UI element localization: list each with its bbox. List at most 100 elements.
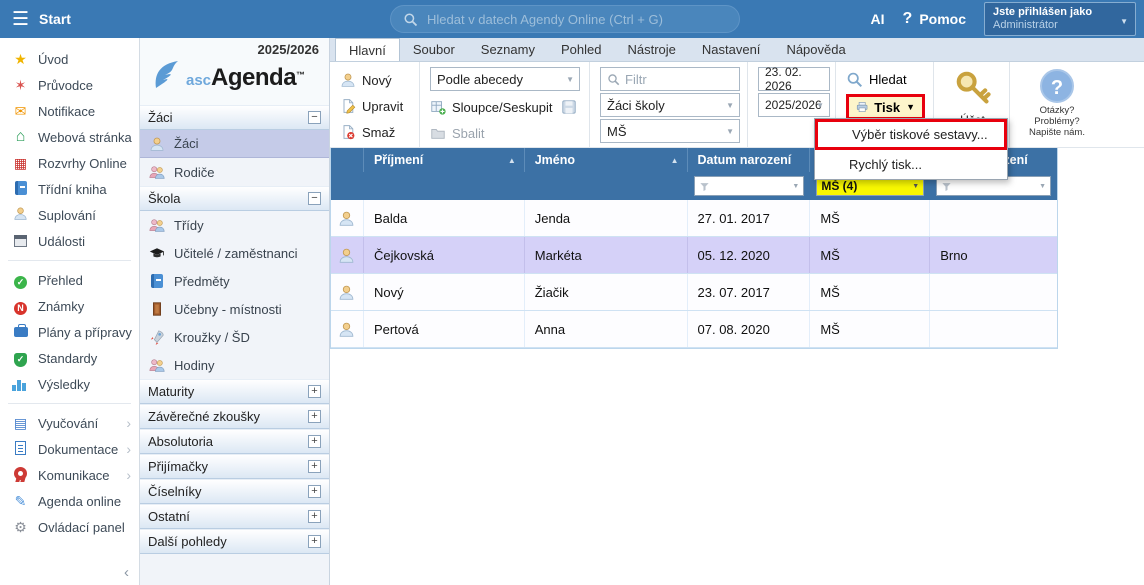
delete-button[interactable]: Smaž <box>340 119 411 145</box>
sidebar-collapse-button[interactable]: ‹ <box>124 564 129 581</box>
sidebar-item-plany-a-pripravy[interactable]: Plány a přípravy <box>0 319 139 345</box>
panel-item-krouzky[interactable]: Kroužky / ŠD <box>140 323 329 351</box>
contact-support-group[interactable]: ? Otázky? Problémy? Napište nám. <box>1010 62 1102 147</box>
question-circle-icon[interactable]: ? <box>1040 69 1074 103</box>
section-header-skola[interactable]: Škola − <box>140 186 329 211</box>
section-header-zaverecne-zkousky[interactable]: Závěrečné zkoušky + <box>140 404 329 429</box>
divider <box>8 403 131 404</box>
edit-button[interactable]: Upravit <box>340 93 411 119</box>
home-icon: ⌂ <box>12 128 29 146</box>
menu-item-vyber-tiskove-sestavy[interactable]: Výběr tiskové sestavy... <box>815 119 1007 150</box>
tab-pohled[interactable]: Pohled <box>548 38 614 61</box>
start-button[interactable]: Start <box>39 11 71 27</box>
collapse-minus-icon[interactable]: − <box>308 111 321 124</box>
birth-date-filter[interactable]: ▼ <box>694 176 805 196</box>
sidebar-item-vyucovani[interactable]: ▤ Vyučování › <box>0 410 139 436</box>
section-header-prijimacky[interactable]: Přijímačky + <box>140 454 329 479</box>
section-header-maturity[interactable]: Maturity + <box>140 379 329 404</box>
panel-item-tridy[interactable]: Třídy <box>140 211 329 239</box>
sidebar-item-pruvodce[interactable]: ✶ Průvodce <box>0 72 139 98</box>
columns-group-button[interactable]: Sloupce/Seskupit <box>430 94 581 120</box>
panel-item-ucebny[interactable]: Učebny - místnosti <box>140 295 329 323</box>
table-row[interactable]: Balda Jenda 27. 01. 2017 MŠ <box>331 200 1057 237</box>
cell-birth-date: 07. 08. 2020 <box>688 311 811 347</box>
table-row-selected[interactable]: Čejkovská Markéta 05. 12. 2020 MŠ Brno <box>331 237 1057 274</box>
help-label: Pomoc <box>919 11 966 27</box>
sort-select-value: Podle abecedy <box>437 72 523 87</box>
tab-napoveda[interactable]: Nápověda <box>773 38 858 61</box>
sidebar-item-ovladaci-panel[interactable]: ⚙ Ovládací panel <box>0 514 139 540</box>
column-header-surname[interactable]: Příjmení ▲ <box>364 148 525 172</box>
sidebar-item-webova-stranka[interactable]: ⌂ Webová stránka <box>0 124 139 150</box>
sidebar-item-rozvrhy-online[interactable]: ▦ Rozvrhy Online <box>0 150 139 176</box>
sidebar-item-prehled[interactable]: ✓ Přehled <box>0 267 139 293</box>
year-select[interactable]: 2025/2026 ▼ <box>758 93 830 117</box>
folder-icon <box>430 125 446 141</box>
sidebar-item-standardy[interactable]: ✓ Standardy <box>0 345 139 371</box>
hamburger-menu-icon[interactable]: ☰ <box>12 8 29 31</box>
search-label: Hledat <box>869 72 907 87</box>
section-label: Závěrečné zkoušky <box>148 409 260 424</box>
sidebar-item-label: Události <box>38 234 85 249</box>
section-header-zaci[interactable]: Žáci − <box>140 105 329 130</box>
date-field[interactable]: 23. 02. 2026 <box>758 67 830 91</box>
table-row[interactable]: Nový Žiačik 23. 07. 2017 MŠ <box>331 274 1057 311</box>
print-dropdown-menu: Výběr tiskové sestavy... Rychlý tisk... <box>814 118 1008 180</box>
expand-plus-icon[interactable]: + <box>308 485 321 498</box>
class-select[interactable]: MŠ ▼ <box>600 119 740 143</box>
help-button[interactable]: ? Pomoc <box>903 10 966 28</box>
print-button[interactable]: Tisk ▼ <box>846 94 925 120</box>
global-search-input[interactable] <box>427 12 717 27</box>
sort-select[interactable]: Podle abecedy ▼ <box>430 67 580 91</box>
section-header-absolutoria[interactable]: Absolutoria + <box>140 429 329 454</box>
sidebar-item-agenda-online[interactable]: ✎ Agenda online <box>0 488 139 514</box>
edit-label: Upravit <box>362 99 403 114</box>
ai-button[interactable]: AI <box>871 11 885 27</box>
tab-hlavni[interactable]: Hlavní <box>335 38 400 61</box>
global-search[interactable] <box>390 5 740 33</box>
search-button[interactable]: Hledat <box>846 67 925 91</box>
scope-select-value: Žáci školy <box>607 98 665 113</box>
scope-select[interactable]: Žáci školy ▼ <box>600 93 740 117</box>
menu-item-rychly-tisk[interactable]: Rychlý tisk... <box>815 150 1007 179</box>
save-layout-icon[interactable] <box>561 99 577 115</box>
sidebar-item-dokumentace[interactable]: Dokumentace › <box>0 436 139 462</box>
tab-soubor[interactable]: Soubor <box>400 38 468 61</box>
expand-plus-icon[interactable]: + <box>308 535 321 548</box>
filter-input[interactable] <box>625 72 725 87</box>
panel-item-zaci[interactable]: Žáci <box>140 130 329 158</box>
panel-item-hodiny[interactable]: Hodiny <box>140 351 329 379</box>
new-button[interactable]: Nový <box>340 67 411 93</box>
sidebar-item-udalosti[interactable]: Události <box>0 228 139 254</box>
expand-plus-icon[interactable]: + <box>308 510 321 523</box>
expand-plus-icon[interactable]: + <box>308 410 321 423</box>
column-header-name[interactable]: Jméno ▲ <box>525 148 688 172</box>
section-header-ciselniky[interactable]: Číselníky + <box>140 479 329 504</box>
sidebar-item-tridni-kniha[interactable]: Třídní kniha <box>0 176 139 202</box>
sidebar-item-suplovani[interactable]: Suplování <box>0 202 139 228</box>
sidebar-item-notifikace[interactable]: ✉ Notifikace <box>0 98 139 124</box>
tab-nastaveni[interactable]: Nastavení <box>689 38 774 61</box>
filter-field[interactable] <box>600 67 740 91</box>
collapse-minus-icon[interactable]: − <box>308 192 321 205</box>
table-row[interactable]: Pertová Anna 07. 08. 2020 MŠ <box>331 311 1057 348</box>
section-header-dalsi-pohledy[interactable]: Další pohledy + <box>140 529 329 554</box>
chevron-down-icon: ▼ <box>1120 17 1128 26</box>
class-book-icon <box>12 181 29 198</box>
collapse-button[interactable]: Sbalit <box>430 120 581 146</box>
sidebar-item-vysledky[interactable]: Výsledky <box>0 371 139 397</box>
tab-seznamy[interactable]: Seznamy <box>468 38 548 61</box>
sidebar-item-uvod[interactable]: ★ Úvod <box>0 46 139 72</box>
panel-item-ucitele[interactable]: Učitelé / zaměstnanci <box>140 239 329 267</box>
sidebar-item-znamky[interactable]: N Známky <box>0 293 139 319</box>
section-header-ostatni[interactable]: Ostatní + <box>140 504 329 529</box>
column-header-birth-date[interactable]: Datum narození <box>688 148 811 172</box>
logged-in-user-menu[interactable]: Jste přihlášen jako Administrátor ▼ <box>984 2 1136 36</box>
panel-item-rodice[interactable]: Rodiče <box>140 158 329 186</box>
expand-plus-icon[interactable]: + <box>308 460 321 473</box>
tab-nastroje[interactable]: Nástroje <box>614 38 688 61</box>
expand-plus-icon[interactable]: + <box>308 435 321 448</box>
sidebar-item-komunikace[interactable]: Komunikace › <box>0 462 139 488</box>
panel-item-predmety[interactable]: Předměty <box>140 267 329 295</box>
expand-plus-icon[interactable]: + <box>308 385 321 398</box>
